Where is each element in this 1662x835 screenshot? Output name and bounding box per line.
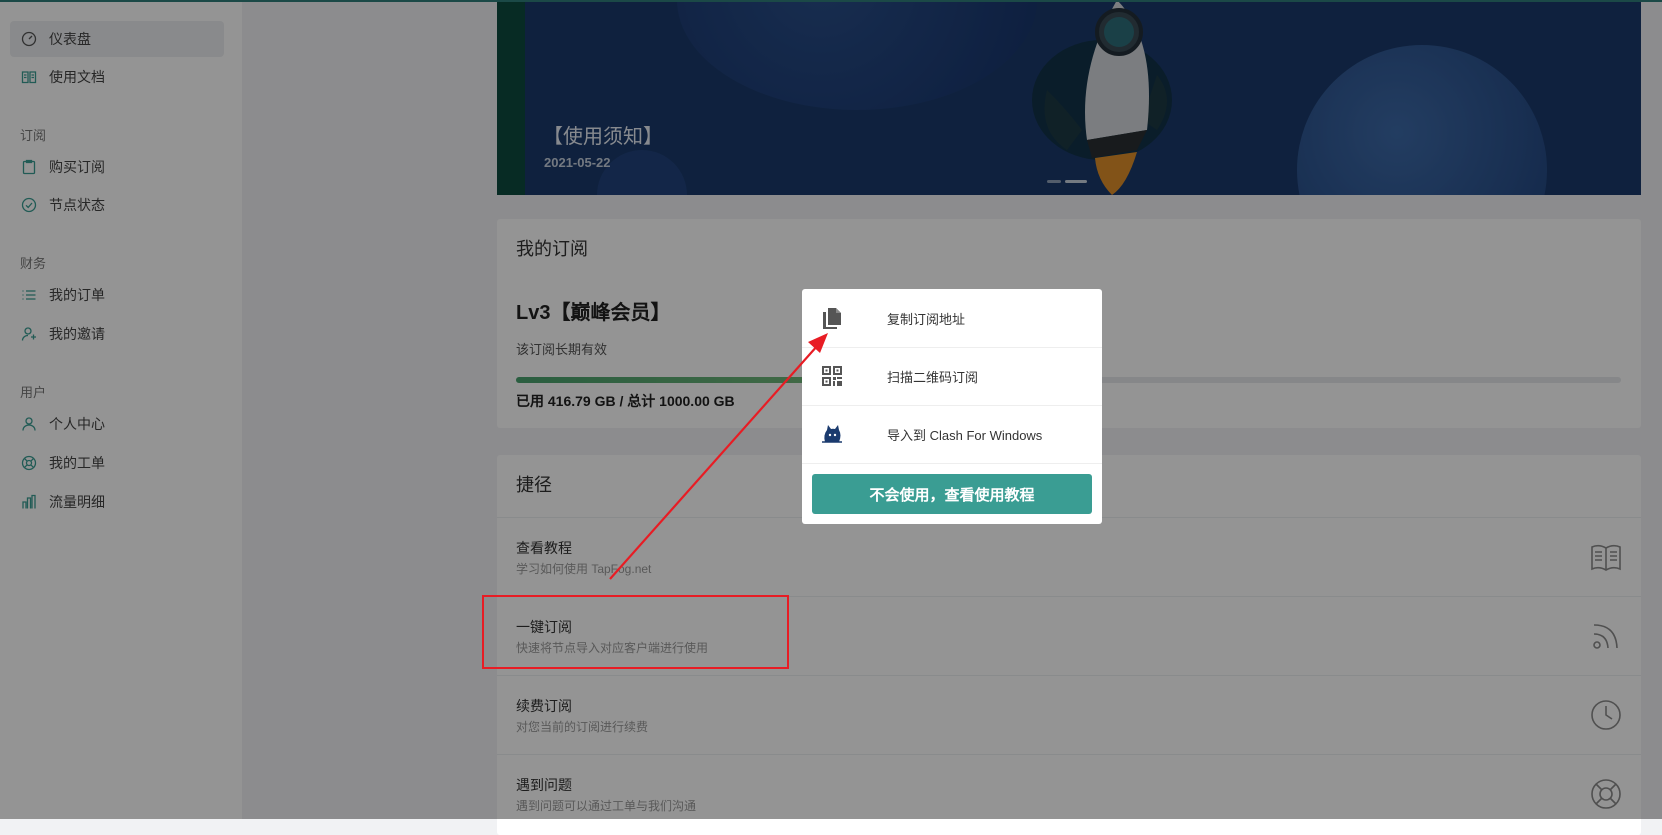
copy-icon — [823, 308, 841, 329]
scan-qrcode-item[interactable]: 扫描二维码订阅 — [802, 347, 1102, 406]
import-clash-item[interactable]: 导入到 Clash For Windows — [802, 405, 1102, 464]
popup-item-label: 复制订阅地址 — [887, 311, 966, 327]
clash-cat-icon — [822, 425, 842, 443]
copy-subscription-url-item[interactable]: 复制订阅地址 — [802, 289, 1102, 348]
popup-item-label: 导入到 Clash For Windows — [887, 427, 1043, 443]
annotation-highlight-box — [482, 595, 789, 669]
view-tutorial-button[interactable]: 不会使用，查看使用教程 — [812, 474, 1092, 514]
popup-item-label: 扫描二维码订阅 — [887, 369, 979, 385]
qrcode-icon — [822, 366, 842, 386]
subscribe-popup: 复制订阅地址 扫描二维码订阅 导入到 Clash For Windows 不会使… — [802, 289, 1102, 524]
